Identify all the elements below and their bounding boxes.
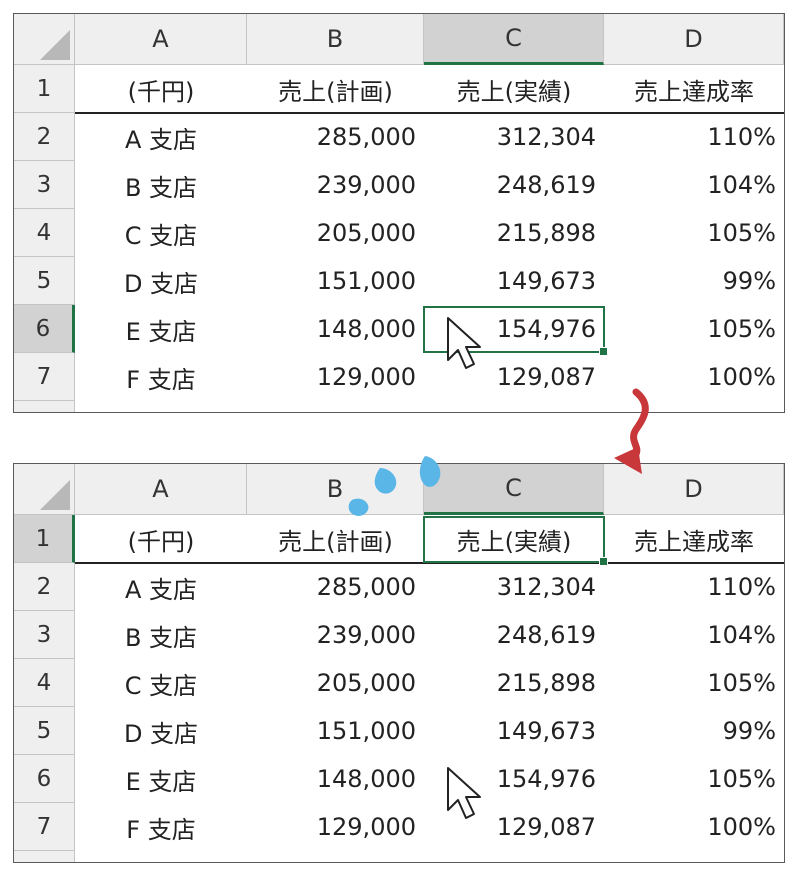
cell-c1[interactable]: 売上(実績): [424, 65, 604, 113]
cell-a7[interactable]: F 支店: [75, 353, 247, 401]
cell-b6[interactable]: 148,000: [247, 305, 424, 353]
cell-b7[interactable]: 129,000: [247, 353, 424, 401]
column-header-d[interactable]: D: [604, 14, 784, 65]
spreadsheet-before: A B C D 1 2 3 4 5 6 7 (千円) 売上(計画) 売上(実績)…: [13, 13, 785, 413]
cell-a4[interactable]: C 支店: [75, 659, 247, 707]
select-all-corner[interactable]: [14, 464, 75, 515]
cell-c2[interactable]: 312,304: [424, 113, 604, 161]
cell-b1[interactable]: 売上(計画): [247, 515, 424, 563]
column-header-b[interactable]: B: [247, 14, 424, 65]
row-header-8[interactable]: [14, 401, 75, 412]
cell-d6[interactable]: 105%: [604, 755, 784, 803]
cell-d3[interactable]: 104%: [604, 611, 784, 659]
cell-c3[interactable]: 248,619: [424, 611, 604, 659]
cell-b6[interactable]: 148,000: [247, 755, 424, 803]
cell-c2[interactable]: 312,304: [424, 563, 604, 611]
column-header-c[interactable]: C: [424, 14, 604, 65]
cell-d2[interactable]: 110%: [604, 113, 784, 161]
cell-a6[interactable]: E 支店: [75, 305, 247, 353]
row-header-5[interactable]: 5: [14, 707, 75, 755]
row-header-8[interactable]: [14, 851, 75, 862]
cell-a4[interactable]: C 支店: [75, 209, 247, 257]
active-cell-selection[interactable]: [423, 516, 608, 566]
cell-b1[interactable]: 売上(計画): [247, 65, 424, 113]
row-header-4[interactable]: 4: [14, 209, 75, 257]
cell-b5[interactable]: 151,000: [247, 707, 424, 755]
cell-d1[interactable]: 売上達成率: [604, 65, 784, 113]
row-header-3[interactable]: 3: [14, 611, 75, 659]
cell-c5[interactable]: 149,673: [424, 257, 604, 305]
fill-handle[interactable]: [599, 557, 608, 566]
cell-d7[interactable]: 100%: [604, 353, 784, 401]
row-header-1[interactable]: 1: [14, 65, 75, 113]
row-header-2[interactable]: 2: [14, 113, 75, 161]
cell-c3[interactable]: 248,619: [424, 161, 604, 209]
select-all-corner[interactable]: [14, 14, 75, 65]
column-header-d[interactable]: D: [604, 464, 784, 515]
column-header-c[interactable]: C: [424, 464, 604, 515]
row-header-4[interactable]: 4: [14, 659, 75, 707]
cell-a5[interactable]: D 支店: [75, 257, 247, 305]
spreadsheet-after: A B C D 1 2 3 4 5 6 7 (千円) 売上(計画) 売上(実績)…: [13, 463, 785, 863]
cell-a2[interactable]: A 支店: [75, 113, 247, 161]
cell-b3[interactable]: 239,000: [247, 161, 424, 209]
cell-a7[interactable]: F 支店: [75, 803, 247, 851]
row-header-7[interactable]: 7: [14, 353, 75, 401]
column-header-a[interactable]: A: [75, 14, 247, 65]
cell-d5[interactable]: 99%: [604, 707, 784, 755]
row-header-6[interactable]: 6: [14, 305, 75, 353]
row-header-5[interactable]: 5: [14, 257, 75, 305]
cell-b4[interactable]: 205,000: [247, 209, 424, 257]
mouse-pointer-arrow-icon: [447, 317, 481, 369]
cell-a1[interactable]: (千円): [75, 515, 247, 563]
cell-b3[interactable]: 239,000: [247, 611, 424, 659]
column-header-a[interactable]: A: [75, 464, 247, 515]
cell-a3[interactable]: B 支店: [75, 161, 247, 209]
cell-b2[interactable]: 285,000: [247, 563, 424, 611]
cell-b2[interactable]: 285,000: [247, 113, 424, 161]
cell-d3[interactable]: 104%: [604, 161, 784, 209]
cell-a1[interactable]: (千円): [75, 65, 247, 113]
cell-d6[interactable]: 105%: [604, 305, 784, 353]
row-header-1[interactable]: 1: [14, 515, 75, 563]
cell-d1[interactable]: 売上達成率: [604, 515, 784, 563]
mouse-pointer-arrow-icon: [447, 767, 481, 819]
cell-d7[interactable]: 100%: [604, 803, 784, 851]
cell-d4[interactable]: 105%: [604, 659, 784, 707]
cell-d2[interactable]: 110%: [604, 563, 784, 611]
corner-triangle-icon: [40, 30, 70, 60]
cell-c4[interactable]: 215,898: [424, 209, 604, 257]
row-header-7[interactable]: 7: [14, 803, 75, 851]
corner-triangle-icon: [40, 480, 70, 510]
cell-a6[interactable]: E 支店: [75, 755, 247, 803]
cell-d4[interactable]: 105%: [604, 209, 784, 257]
cell-b7[interactable]: 129,000: [247, 803, 424, 851]
cell-b4[interactable]: 205,000: [247, 659, 424, 707]
cell-c5[interactable]: 149,673: [424, 707, 604, 755]
cell-a5[interactable]: D 支店: [75, 707, 247, 755]
column-header-b[interactable]: B: [247, 464, 424, 515]
fill-handle[interactable]: [599, 347, 608, 356]
cell-c4[interactable]: 215,898: [424, 659, 604, 707]
row-header-2[interactable]: 2: [14, 563, 75, 611]
row-header-3[interactable]: 3: [14, 161, 75, 209]
cell-b5[interactable]: 151,000: [247, 257, 424, 305]
row-header-6[interactable]: 6: [14, 755, 75, 803]
cell-a2[interactable]: A 支店: [75, 563, 247, 611]
cell-d5[interactable]: 99%: [604, 257, 784, 305]
cell-a3[interactable]: B 支店: [75, 611, 247, 659]
